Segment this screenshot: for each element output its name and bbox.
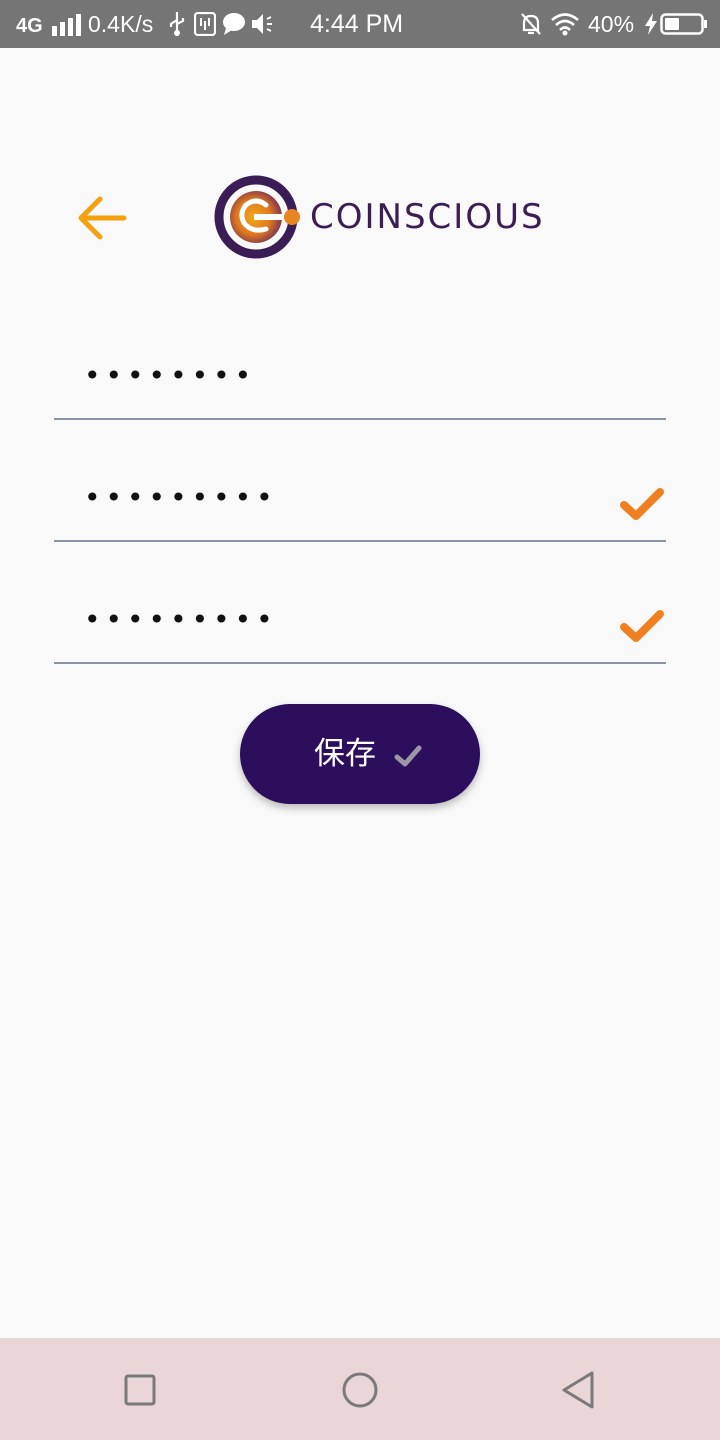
logo-text: COINSCIOUS: [310, 197, 545, 237]
save-button[interactable]: 保存: [240, 704, 480, 804]
back-icon: [562, 1371, 594, 1409]
network-speed: 0.4K/s: [88, 11, 154, 37]
chat-icon: [223, 13, 245, 35]
system-nav-bar: [0, 1338, 720, 1440]
status-bar: 4G 0.4K/s 4:44 PM 40%: [0, 0, 720, 48]
coinscious-logo: COINSCIOUS: [214, 175, 544, 259]
field-value: •••••••••: [84, 481, 278, 514]
wifi-icon: [551, 13, 579, 36]
recent-apps-icon: [124, 1374, 156, 1406]
recent-apps-button[interactable]: [118, 1368, 162, 1412]
check-icon: [620, 610, 664, 642]
charging-icon: [645, 13, 657, 35]
signal-icon: [52, 14, 81, 36]
field-value: ••••••••: [84, 359, 257, 392]
current-password-field[interactable]: ••••••••: [54, 336, 666, 420]
nav-back-button[interactable]: [556, 1368, 600, 1412]
back-button[interactable]: [70, 186, 134, 250]
usb-icon: [169, 12, 185, 36]
confirm-password-field[interactable]: •••••••••: [54, 580, 666, 664]
battery-percent: 40%: [588, 11, 635, 37]
check-icon: [394, 745, 422, 767]
clock: 4:44 PM: [310, 10, 404, 38]
battery-icon: [660, 13, 707, 35]
field-value: •••••••••: [84, 603, 278, 636]
coinscious-logo-icon: [214, 175, 300, 259]
volume-icon: [252, 14, 272, 34]
home-button[interactable]: [338, 1368, 382, 1412]
arrow-left-icon: [78, 196, 127, 240]
usb-debug-icon: [194, 12, 216, 36]
new-password-field[interactable]: •••••••••: [54, 458, 666, 542]
silent-bell-icon: [521, 13, 541, 35]
save-button-label: 保存: [314, 736, 376, 772]
check-icon: [620, 488, 664, 520]
network-type: 4G: [16, 15, 43, 37]
home-icon: [342, 1372, 378, 1408]
